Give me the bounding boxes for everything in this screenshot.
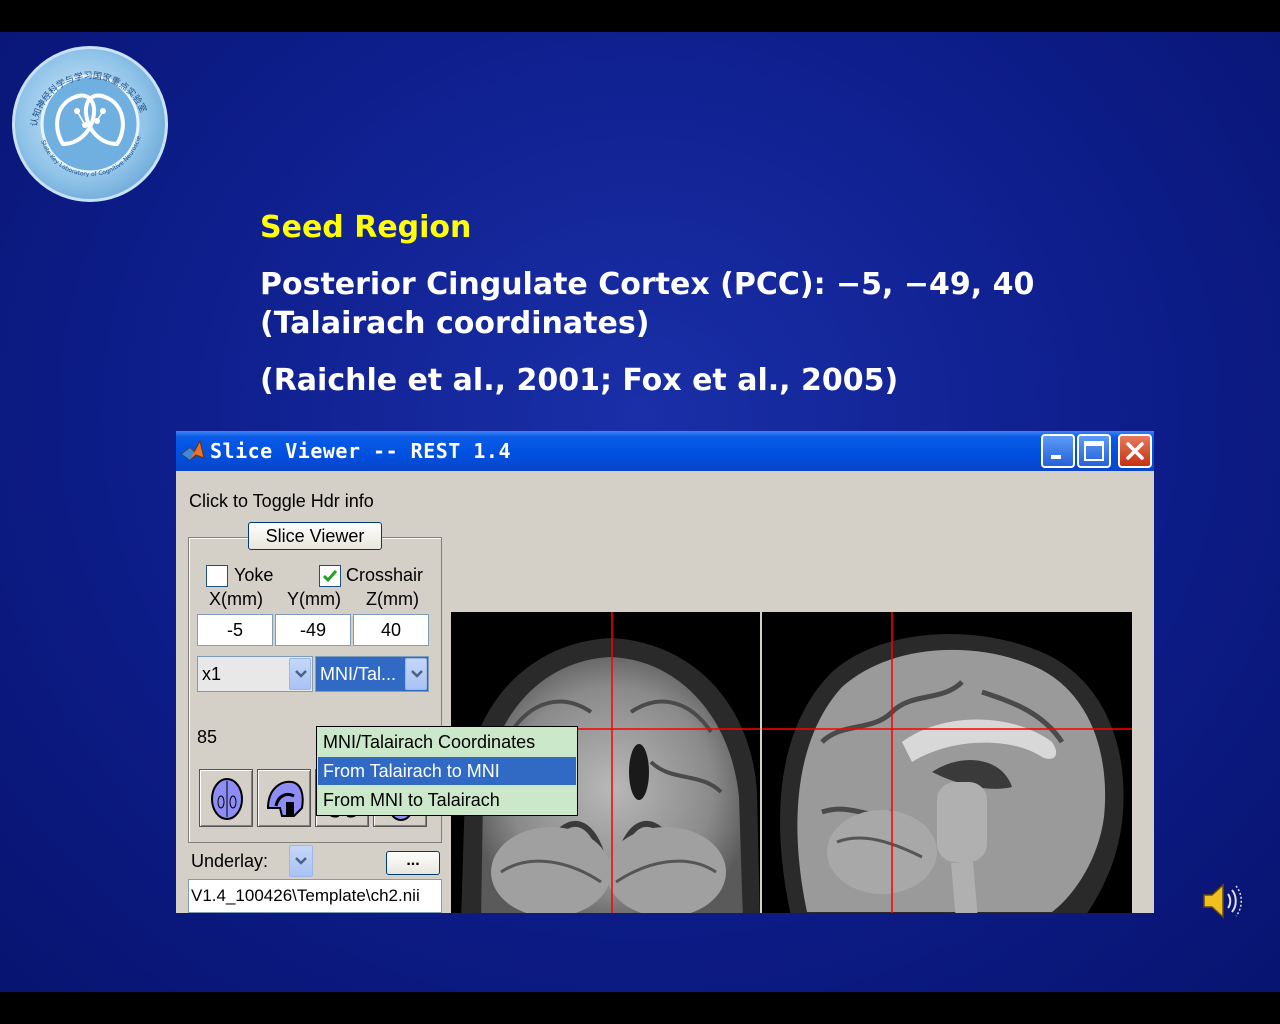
option-mni-talairach-coordinates[interactable]: MNI/Talairach Coordinates — [318, 728, 576, 756]
slide-line-pcc: Posterior Cingulate Cortex (PCC): −5, −4… — [260, 267, 1035, 302]
slice-viewer-window: Slice Viewer -- REST 1.4 Click to Toggle… — [176, 431, 1154, 913]
underlay-select[interactable] — [289, 845, 313, 877]
coordinate-system-dropdown[interactable]: MNI/Talairach Coordinates From Talairach… — [316, 726, 578, 816]
yoke-checkbox[interactable] — [206, 565, 228, 587]
coordinate-system-value: MNI/Tal... — [320, 664, 397, 684]
z-mm-label: Z(mm) — [366, 589, 419, 609]
intensity-value: 85 — [197, 727, 218, 747]
axial-view-icon — [211, 778, 243, 820]
crosshair-label: Crosshair — [346, 565, 424, 585]
sagittal-view-icon — [266, 780, 304, 817]
yoke-label: Yoke — [234, 565, 274, 585]
axial-view-button[interactable] — [199, 769, 253, 827]
option-talairach-to-mni[interactable]: From Talairach to MNI — [318, 757, 576, 785]
slide-line-talairach: (Talairach coordinates) — [260, 306, 650, 341]
sagittal-view-button[interactable] — [257, 769, 311, 827]
hdr-toggle-link[interactable]: Click to Toggle Hdr info — [189, 491, 374, 512]
slice-viewer-button[interactable]: Slice Viewer — [248, 522, 382, 550]
x-coordinate-field[interactable]: -5 — [197, 614, 273, 646]
minimize-icon — [1051, 455, 1061, 459]
speaker-icon[interactable] — [1201, 881, 1243, 921]
matlab-icon[interactable] — [180, 438, 206, 464]
slide-heading: Seed Region — [260, 210, 472, 245]
slide-reference: (Raichle et al., 2001; Fox et al., 2005) — [260, 363, 899, 398]
chevron-down-icon — [295, 857, 307, 865]
close-button[interactable] — [1118, 434, 1152, 468]
chevron-down-icon[interactable] — [289, 658, 311, 690]
x-mm-label: X(mm) — [209, 589, 263, 609]
lab-logo: 认知神经科学与学习国家重点实验室 State Key Laboratory of… — [12, 46, 168, 202]
minimize-button[interactable] — [1041, 434, 1075, 468]
browse-underlay-button[interactable]: ... — [386, 851, 440, 875]
presentation-slide: 认知神经科学与学习国家重点实验室 State Key Laboratory of… — [0, 32, 1280, 992]
option-mni-to-talairach[interactable]: From MNI to Talairach — [318, 786, 576, 814]
zoom-select[interactable]: x1 — [197, 656, 313, 692]
underlay-path-field[interactable]: V1.4_100426\Template\ch2.nii — [188, 879, 442, 913]
sagittal-slice-view[interactable] — [762, 612, 1132, 913]
window-client: Click to Toggle Hdr info Slice Viewer Yo… — [176, 471, 1154, 913]
coordinate-system-select[interactable]: MNI/Tal... — [315, 656, 429, 692]
window-title: Slice Viewer -- REST 1.4 — [210, 439, 511, 463]
zoom-value: x1 — [202, 664, 222, 684]
window-titlebar[interactable]: Slice Viewer -- REST 1.4 — [176, 431, 1154, 471]
y-mm-label: Y(mm) — [287, 589, 341, 609]
underlay-label: Underlay: — [191, 851, 269, 871]
close-icon — [1126, 442, 1144, 460]
crosshair-checkbox[interactable] — [319, 565, 341, 587]
chevron-down-icon[interactable] — [405, 658, 427, 690]
maximize-icon — [1084, 441, 1104, 461]
z-coordinate-field[interactable]: 40 — [353, 614, 429, 646]
maximize-button[interactable] — [1077, 434, 1111, 468]
y-coordinate-field[interactable]: -49 — [275, 614, 351, 646]
checkmark-icon — [322, 570, 338, 583]
